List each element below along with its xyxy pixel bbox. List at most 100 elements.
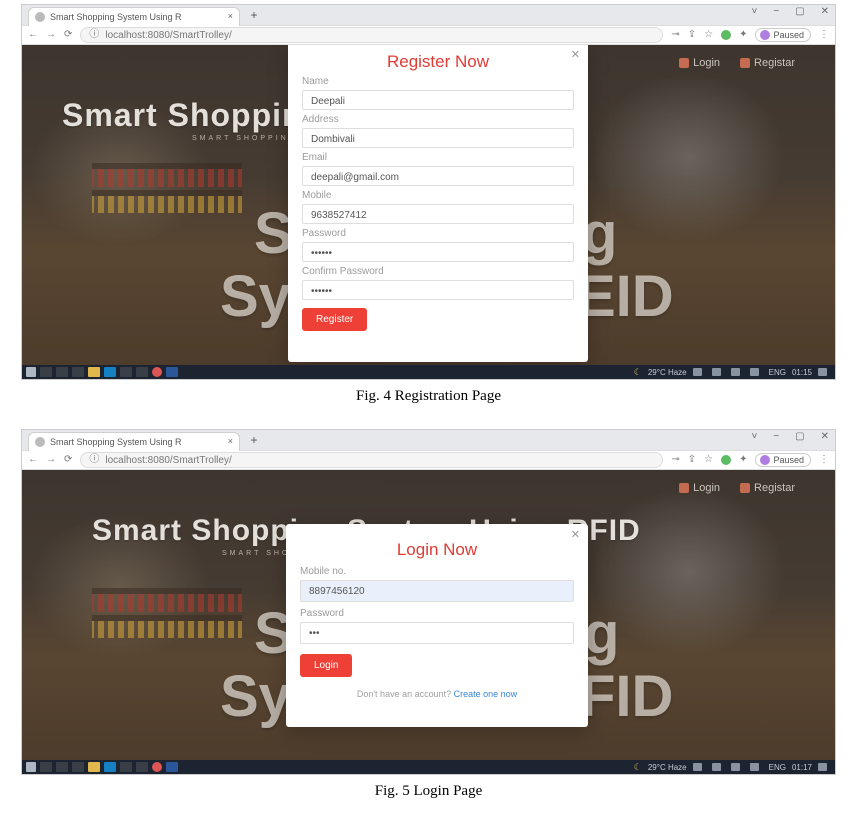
tab-close-icon[interactable]: × — [228, 437, 233, 446]
notifications-icon[interactable] — [818, 368, 827, 376]
profile-paused-label: Paused — [773, 30, 804, 40]
notifications-icon[interactable] — [818, 763, 827, 771]
start-button[interactable] — [26, 367, 36, 377]
tab-close-icon[interactable]: × — [228, 12, 233, 21]
cortana-icon[interactable] — [56, 762, 68, 772]
tray-chevron-icon[interactable] — [693, 368, 702, 376]
star-icon[interactable]: ☆ — [704, 30, 713, 40]
system-tray: ☾ 29°C Haze ENG 01:15 — [634, 367, 831, 378]
extensions-icon[interactable]: ✦ — [739, 455, 747, 465]
app-icon-2[interactable] — [136, 762, 148, 772]
battery-icon[interactable] — [712, 368, 721, 376]
browser-window-login: Smart Shopping System Using R × + ˅ − ▢ … — [21, 429, 836, 775]
confirm-password-input[interactable]: •••••• — [302, 280, 574, 300]
minimize-button[interactable]: − — [773, 432, 779, 442]
battery-icon[interactable] — [712, 763, 721, 771]
extensions-icon[interactable]: ✦ — [739, 30, 747, 40]
chrome-icon[interactable] — [152, 762, 162, 772]
search-icon[interactable] — [40, 367, 52, 377]
toolbar-right: ⊸ ⇪ ☆ ✦ Paused ⋮ — [671, 453, 829, 467]
back-button[interactable]: ← — [28, 30, 38, 40]
login-submit-button[interactable]: Login — [300, 654, 352, 677]
clock[interactable]: 01:15 — [792, 368, 812, 377]
close-window-button[interactable]: ✕ — [821, 7, 829, 17]
minimize-button[interactable]: − — [773, 7, 779, 17]
forward-button[interactable]: → — [46, 30, 56, 40]
search-icon[interactable] — [40, 762, 52, 772]
language-indicator[interactable]: ENG — [769, 368, 786, 377]
tray-chevron-icon[interactable] — [693, 763, 702, 771]
login-password-input[interactable]: ••• — [300, 622, 574, 644]
maximize-button[interactable]: ▢ — [795, 7, 804, 17]
reload-button[interactable]: ⟳ — [64, 30, 72, 40]
name-label: Name — [302, 76, 574, 87]
edge-icon[interactable] — [104, 367, 116, 377]
volume-icon[interactable] — [750, 368, 759, 376]
word-icon[interactable] — [166, 762, 178, 772]
word-icon[interactable] — [166, 367, 178, 377]
login-mobile-input[interactable]: 8897456120 — [300, 580, 574, 602]
browser-tab[interactable]: Smart Shopping System Using R × — [28, 7, 240, 26]
key-icon[interactable]: ⊸ — [671, 455, 679, 465]
share-icon[interactable]: ⇪ — [688, 455, 696, 465]
create-account-link[interactable]: Create one now — [454, 689, 518, 699]
reload-button[interactable]: ⟳ — [64, 455, 72, 465]
url-text: localhost:8080/SmartTrolley/ — [105, 455, 231, 466]
chrome-icon[interactable] — [152, 367, 162, 377]
new-tab-button[interactable]: + — [246, 433, 262, 447]
volume-icon[interactable] — [750, 763, 759, 771]
profile-paused-pill[interactable]: Paused — [755, 28, 811, 42]
hero-subtitle: SMART SHOPPING — [192, 135, 297, 142]
nav-register-link[interactable]: Registar — [740, 482, 795, 494]
extension-dot-icon[interactable] — [721, 30, 731, 40]
name-input[interactable]: Deepali — [302, 90, 574, 110]
forward-button[interactable]: → — [46, 455, 56, 465]
address-input[interactable]: Dombivali — [302, 128, 574, 148]
extension-dot-icon[interactable] — [721, 455, 731, 465]
nav-register-link[interactable]: Registar — [740, 57, 795, 69]
wifi-icon[interactable] — [731, 763, 740, 771]
site-info-icon[interactable]: ⓘ — [89, 455, 99, 465]
key-icon[interactable]: ⊸ — [671, 30, 679, 40]
password-input[interactable]: •••••• — [302, 242, 574, 262]
language-indicator[interactable]: ENG — [769, 763, 786, 772]
nav-login-link[interactable]: Login — [679, 57, 720, 69]
more-menu-icon[interactable]: ⋮ — [819, 455, 829, 465]
explorer-icon[interactable] — [88, 762, 100, 772]
email-input[interactable]: deepali@gmail.com — [302, 166, 574, 186]
cortana-icon[interactable] — [56, 367, 68, 377]
login-icon — [679, 58, 689, 68]
window-controls: ˅ − ▢ ✕ — [751, 432, 829, 442]
share-icon[interactable]: ⇪ — [688, 30, 696, 40]
browser-tab[interactable]: Smart Shopping System Using R × — [28, 432, 240, 451]
nav-login-link[interactable]: Login — [679, 482, 720, 494]
wifi-icon[interactable] — [731, 368, 740, 376]
profile-paused-label: Paused — [773, 455, 804, 465]
taskview-icon[interactable] — [72, 762, 84, 772]
app-icon-1[interactable] — [120, 762, 132, 772]
mobile-input[interactable]: 9638527412 — [302, 204, 574, 224]
star-icon[interactable]: ☆ — [704, 455, 713, 465]
register-submit-button[interactable]: Register — [302, 308, 367, 331]
app-icon-2[interactable] — [136, 367, 148, 377]
app-icon-1[interactable] — [120, 367, 132, 377]
clock[interactable]: 01:17 — [792, 763, 812, 772]
edge-icon[interactable] — [104, 762, 116, 772]
taskview-icon[interactable] — [72, 367, 84, 377]
modal-close-button[interactable]: ✕ — [571, 48, 580, 61]
site-info-icon[interactable]: ⓘ — [89, 30, 99, 40]
back-button[interactable]: ← — [28, 455, 38, 465]
url-input[interactable]: ⓘ localhost:8080/SmartTrolley/ — [80, 27, 663, 43]
close-window-button[interactable]: ✕ — [821, 432, 829, 442]
maximize-button[interactable]: ▢ — [795, 432, 804, 442]
start-button[interactable] — [26, 762, 36, 772]
new-tab-button[interactable]: + — [246, 8, 262, 22]
more-menu-icon[interactable]: ⋮ — [819, 30, 829, 40]
profile-paused-pill[interactable]: Paused — [755, 453, 811, 467]
modal-close-button[interactable]: ✕ — [571, 528, 580, 541]
chevron-down-icon[interactable]: ˅ — [751, 7, 757, 17]
bg-text-g: g — [584, 600, 619, 667]
explorer-icon[interactable] — [88, 367, 100, 377]
url-input[interactable]: ⓘ localhost:8080/SmartTrolley/ — [80, 452, 663, 468]
chevron-down-icon[interactable]: ˅ — [751, 432, 757, 442]
